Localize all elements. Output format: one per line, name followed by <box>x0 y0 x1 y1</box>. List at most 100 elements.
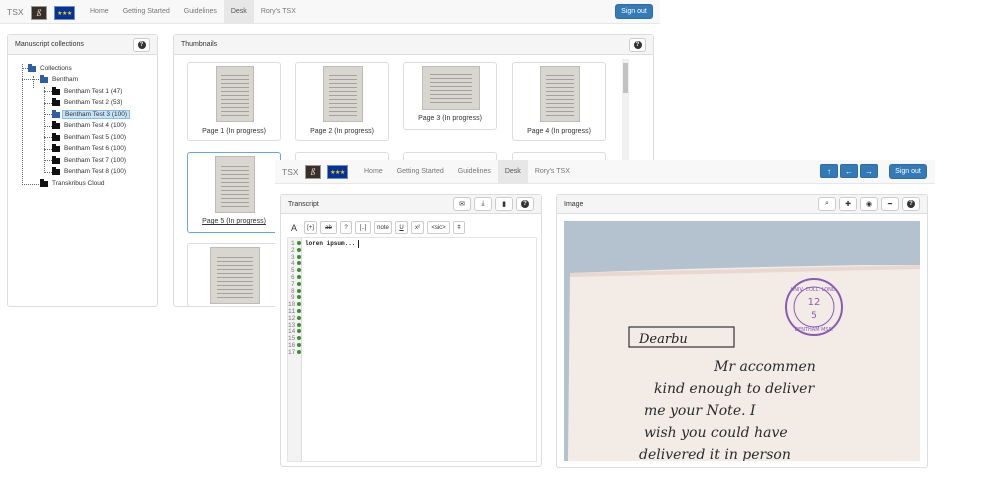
nav-desk[interactable]: Desk <box>223 0 254 23</box>
arrow-right-icon[interactable]: → <box>860 164 878 178</box>
desk-brand[interactable]: TSX <box>282 167 299 177</box>
nav-home[interactable]: Home <box>83 0 116 23</box>
tree-connector <box>22 184 39 185</box>
download-icon[interactable]: ⤓ <box>474 197 492 211</box>
desk-nav-getting-started[interactable]: Getting Started <box>390 160 451 183</box>
tree-connector <box>44 172 52 173</box>
desk-nav-rorys-tsx[interactable]: Rory's TSX <box>528 160 577 183</box>
desk-sign-out-button[interactable]: Sign out <box>889 164 927 179</box>
minus-icon[interactable]: ━ <box>881 197 899 211</box>
top-navbar: TSX ß ★★★ Home Getting Started Guideline… <box>0 0 660 24</box>
sign-out-button[interactable]: Sign out <box>615 4 653 19</box>
folder-icon <box>52 97 60 106</box>
manuscript-scan: Dearbu 12 5 UNIV. COLL. LOND. BENTHAM MS… <box>564 221 920 461</box>
collections-panel-header: Manuscript collections ? <box>8 35 157 55</box>
arrow-left-icon[interactable]: ← <box>840 164 858 178</box>
desk-nav-guidelines[interactable]: Guidelines <box>451 160 498 183</box>
thumbnail-page-4[interactable]: Page 4 (In progress) <box>512 62 606 141</box>
nav-guidelines[interactable]: Guidelines <box>177 0 224 23</box>
nav-rorys-tsx[interactable]: Rory's TSX <box>254 0 303 23</box>
thumbnail-caption[interactable]: Page 5 (In progress) <box>188 218 280 225</box>
transcript-line-1[interactable]: loren ipsum... <box>305 240 355 247</box>
thumbnail-page-6[interactable] <box>187 243 281 307</box>
tree-item-bentham-test-7[interactable]: Bentham Test 7 (100) <box>52 155 128 166</box>
thumbnail-page-3[interactable]: Page 3 (In progress) <box>403 62 497 130</box>
toolbar-special-char-button[interactable]: ǂ <box>453 221 465 234</box>
desk-window: TSX ß ★★★ Home Getting Started Guideline… <box>275 160 935 477</box>
tree-item-bentham-test-5[interactable]: Bentham Test 5 (100) <box>52 132 128 143</box>
tree-root-collections[interactable]: Collections <box>28 63 74 74</box>
tree-item-bentham-test-8[interactable]: Bentham Test 8 (100) <box>52 166 128 177</box>
handwriting-line: delivered it in person <box>639 447 791 461</box>
transcript-editor[interactable]: 1 2 3 4 5 6 7 8 9 10 11 12 13 14 15 16 17 loren ipsum... <box>287 237 537 462</box>
eu-flag-logo: ★★★ <box>54 6 75 20</box>
toolbar-unclear-button[interactable]: ? <box>340 221 352 234</box>
svg-text:UNIV. COLL. LOND.: UNIV. COLL. LOND. <box>791 287 838 293</box>
envelope-icon[interactable]: ✉ <box>453 197 471 211</box>
transcript-toolbar: A [+] ab ? [..] note U x² <sic> ǂ <box>287 221 537 235</box>
svg-text:12: 12 <box>808 297 821 308</box>
page-thumbnail-image <box>215 156 255 213</box>
help-icon: ? <box>137 40 146 49</box>
collections-panel: Manuscript collections ? Collections Ben… <box>7 34 158 307</box>
transcript-panel-header: Transcript ✉ ⤓ ▮ ? <box>281 195 541 214</box>
folder-icon <box>52 109 60 118</box>
desk-nav-home[interactable]: Home <box>357 160 390 183</box>
toolbar-superscript-button[interactable]: x² <box>411 221 424 234</box>
toolbar-illegible-button[interactable]: [..] <box>355 221 371 234</box>
desk-nav-desk[interactable]: Desk <box>497 160 528 183</box>
page-thumbnail-image <box>540 66 580 122</box>
line-status-dot <box>297 241 301 245</box>
thumbnail-page-2[interactable]: Page 2 (In progress) <box>295 62 389 141</box>
tree-connector <box>44 91 52 92</box>
tree-connector <box>44 149 52 150</box>
thumbnail-caption: Page 2 (In progress) <box>310 128 374 135</box>
svg-text:BENTHAM MSS.: BENTHAM MSS. <box>795 327 834 333</box>
thumbnail-page-1[interactable]: Page 1 (In progress) <box>187 62 281 141</box>
toolbar-font-button[interactable]: A <box>287 221 301 234</box>
image-help-button[interactable]: ? <box>902 197 920 211</box>
search-icon[interactable]: ⌕ <box>818 197 836 211</box>
tree-item-bentham-test-2[interactable]: Bentham Test 2 (53) <box>52 97 124 108</box>
page-thumbnail-image <box>210 247 260 304</box>
page-thumbnail-image <box>216 66 254 122</box>
target-icon[interactable]: ◉ <box>860 197 878 211</box>
image-panel: Image ⌕ ✚ ◉ ━ ? Dearbu 12 5 UNIV. COLL. … <box>556 194 928 468</box>
transcript-help-button[interactable]: ? <box>516 197 534 211</box>
collections-help-button[interactable]: ? <box>133 37 150 52</box>
toolbar-sic-button[interactable]: <sic> <box>427 221 450 234</box>
file-icon[interactable]: ▮ <box>495 197 513 211</box>
tree-item-bentham-test-3[interactable]: Bentham Test 3 (100) <box>52 109 131 120</box>
thumbnails-panel-header: Thumbnails ? <box>174 35 653 55</box>
manuscript-image[interactable]: Dearbu 12 5 UNIV. COLL. LOND. BENTHAM MS… <box>564 221 920 461</box>
plus-icon[interactable]: ✚ <box>839 197 857 211</box>
tree-connector <box>44 126 52 127</box>
thumbnail-caption: Page 1 (In progress) <box>202 128 266 135</box>
brand[interactable]: TSX <box>7 7 24 17</box>
arrow-up-icon[interactable]: ↑ <box>820 164 838 178</box>
tree-item-bentham-test-6[interactable]: Bentham Test 6 (100) <box>52 143 128 154</box>
line-status-dot <box>297 309 301 313</box>
tree-group-bentham[interactable]: Bentham <box>40 74 80 85</box>
bentham-logo: ß <box>31 6 47 20</box>
nav-getting-started[interactable]: Getting Started <box>116 0 177 23</box>
transcript-panel: Transcript ✉ ⤓ ▮ ? A [+] ab ? [..] note … <box>280 194 542 467</box>
help-icon: ? <box>521 200 529 208</box>
tree-connector <box>44 114 52 115</box>
thumbnail-page-5[interactable]: Page 5 (In progress) <box>187 152 281 233</box>
toolbar-underline-button[interactable]: U <box>395 221 408 234</box>
svg-text:5: 5 <box>811 311 817 321</box>
thumbnails-help-button[interactable]: ? <box>629 37 646 52</box>
toolbar-strike-button[interactable]: ab <box>320 221 337 234</box>
toolbar-gap-button[interactable]: [+] <box>304 221 317 234</box>
line-status-dot <box>297 254 301 259</box>
thumbnail-caption: Page 4 (In progress) <box>527 128 591 135</box>
collections-title: Manuscript collections <box>15 41 84 48</box>
folder-icon <box>40 74 48 83</box>
tree-item-bentham-test-1[interactable]: Bentham Test 1 (47) <box>52 86 124 97</box>
scrollbar-thumb[interactable] <box>623 63 628 93</box>
tree-item-transkribus-cloud[interactable]: Transkribus Cloud <box>40 178 107 189</box>
tree-item-bentham-test-4[interactable]: Bentham Test 4 (100) <box>52 120 128 131</box>
toolbar-note-button[interactable]: note <box>374 221 392 234</box>
thumbnails-title: Thumbnails <box>181 41 218 48</box>
